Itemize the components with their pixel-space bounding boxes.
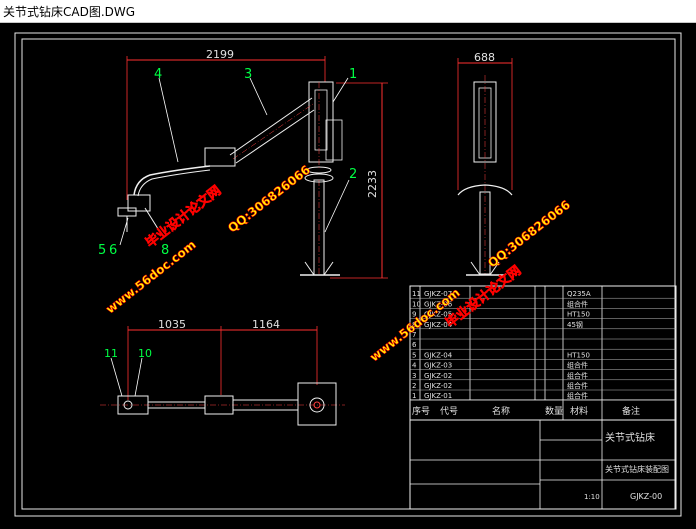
header-no: 序号 (412, 405, 430, 417)
callout-6: 6 (109, 243, 117, 258)
outer-frame (14, 32, 682, 517)
dim-side-width: 688 (474, 51, 495, 64)
parts-row-material: HT150 (567, 351, 590, 359)
window-title-bar: 关节式钻床CAD图.DWG (0, 0, 696, 23)
parts-row-material: 45钢 (567, 320, 583, 329)
watermark-brand-1: 毕业设计论文网 (143, 183, 225, 252)
parts-row-material: 组合件 (567, 371, 588, 380)
parts-row-material: 组合件 (567, 381, 588, 390)
parts-row-no: 6 (412, 341, 417, 349)
dim-plan-left: 1035 (158, 318, 186, 331)
parts-row-no: 10 (412, 300, 421, 308)
header-name: 名称 (492, 405, 510, 417)
parts-row-material: 组合件 (567, 391, 588, 400)
parts-row-no: 11 (412, 290, 421, 298)
header-qty: 数量 (545, 405, 563, 417)
front-view: 2199 2233 4 3 1 2 5 6 8 (98, 48, 388, 279)
parts-row-material: HT150 (567, 311, 590, 319)
side-view: 688 (457, 51, 513, 276)
watermark-group: 毕业设计论文网 www.56doc.com QQ:306826066 www.5… (103, 162, 573, 364)
callout-11: 11 (104, 347, 118, 360)
callout-4: 4 (154, 67, 162, 82)
window-title: 关节式钻床CAD图.DWG (3, 5, 136, 19)
drawing-scale: 1:10 (584, 493, 600, 501)
parts-row-no: 1 (412, 392, 416, 400)
dim-front-height: 2233 (366, 170, 379, 198)
parts-row-code: GJKZ-01 (424, 392, 452, 400)
parts-row-no: 3 (412, 372, 416, 380)
dim-front-width: 2199 (206, 48, 234, 61)
callout-3: 3 (244, 67, 252, 82)
parts-row-material: Q235A (567, 290, 591, 298)
inner-frame (21, 38, 676, 510)
parts-list-rows: 11 GJKZ-07 Q235A10 GJKZ-06 组合件9 GJKZ-05 HT1508… (410, 290, 676, 401)
callout-10: 10 (138, 347, 152, 360)
parts-row-no: 2 (412, 382, 416, 390)
parts-row-material: 组合件 (567, 299, 588, 308)
callout-2: 2 (349, 167, 357, 182)
callout-1: 1 (349, 67, 357, 82)
product-name: 关节式钻床 (605, 431, 655, 444)
watermark-qq-2: QQ:306826066 (485, 198, 573, 271)
parts-row-code: GJKZ-03 (424, 362, 452, 370)
watermark-qq-1: QQ:306826066 (225, 163, 313, 236)
cad-drawing: 2199 2233 4 3 1 2 5 6 8 688 1035 1164 11… (14, 32, 682, 517)
parts-row-material: 组合件 (567, 361, 588, 370)
parts-row-no: 4 (412, 362, 417, 370)
drawing-name: 关节式钻床装配图 (605, 464, 669, 474)
callout-5: 5 (98, 243, 106, 258)
header-note: 备注 (622, 405, 640, 417)
header-material: 材料 (570, 405, 588, 417)
parts-row-no: 5 (412, 351, 416, 359)
drawing-code: GJKZ-00 (630, 492, 662, 501)
plan-view: 1035 1164 11 10 (100, 318, 345, 426)
parts-row-code: GJKZ-04 (424, 351, 453, 359)
cad-drawing-canvas[interactable]: 2199 2233 4 3 1 2 5 6 8 688 1035 1164 11… (0, 23, 696, 525)
header-code: 代号 (440, 406, 458, 417)
dim-plan-right: 1164 (252, 318, 280, 331)
parts-row-code: GJKZ-02 (424, 372, 452, 380)
parts-row-code: GJKZ-02 (424, 382, 452, 390)
